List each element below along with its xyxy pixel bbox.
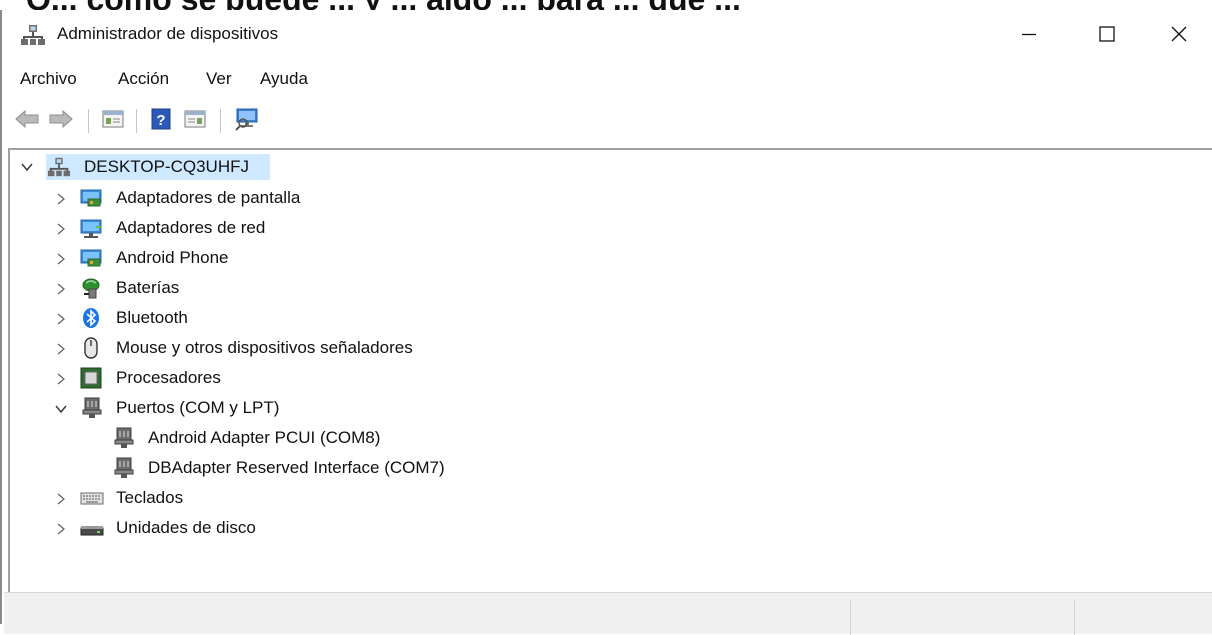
network-adapter-icon	[80, 217, 102, 239]
back-button[interactable]	[12, 106, 42, 136]
tree-item-label: Unidades de disco	[116, 518, 256, 537]
android-phone-icon	[80, 247, 102, 269]
chevron-right-icon[interactable]	[54, 492, 68, 506]
chevron-right-icon[interactable]	[54, 222, 68, 236]
tree-root-label: DESKTOP-CQ3UHFJ	[84, 157, 249, 176]
tree-item-adaptadores-pantalla[interactable]: Adaptadores de pantalla	[10, 182, 610, 212]
chevron-right-icon[interactable]	[54, 342, 68, 356]
chevron-right-icon[interactable]	[54, 252, 68, 266]
tree-root-row[interactable]: DESKTOP-CQ3UHFJ	[10, 152, 410, 182]
tree-item-label: Android Phone	[116, 248, 229, 267]
processor-icon	[80, 367, 102, 389]
toolbar: ?	[2, 106, 1212, 140]
menu-ver[interactable]: Ver	[206, 69, 232, 89]
scan-hardware-button[interactable]	[230, 106, 264, 136]
tree-item-mouse[interactable]: Mouse y otros dispositivos señaladores	[10, 332, 610, 362]
chevron-right-icon[interactable]	[54, 192, 68, 206]
maximize-button[interactable]	[1072, 10, 1142, 58]
close-icon	[1170, 25, 1188, 43]
cropped-caption-text: Q... cómo se puede ... y ... algo ... pa…	[26, 0, 741, 10]
update-driver-button[interactable]	[180, 106, 210, 136]
maximize-icon	[1098, 25, 1116, 43]
tree-item-puertos[interactable]: Puertos (COM y LPT)	[10, 392, 610, 422]
computer-icon	[48, 156, 70, 178]
menu-accion[interactable]: Acción	[118, 69, 169, 89]
status-divider	[1074, 599, 1075, 635]
forward-button[interactable]	[46, 106, 76, 136]
toolbar-separator	[136, 109, 137, 133]
chevron-down-icon[interactable]	[20, 160, 34, 174]
bluetooth-icon	[80, 307, 102, 329]
port-icon	[114, 457, 136, 479]
chevron-down-icon[interactable]	[54, 402, 68, 416]
display-adapter-icon	[80, 187, 102, 209]
tree-item-label: Adaptadores de pantalla	[116, 188, 301, 207]
cropped-caption: Q... cómo se puede ... y ... algo ... pa…	[0, 0, 1212, 10]
tree-item-teclados[interactable]: Teclados	[10, 482, 610, 512]
properties-icon	[102, 109, 124, 134]
mouse-icon	[80, 337, 102, 359]
battery-icon	[80, 277, 102, 299]
chevron-right-icon[interactable]	[54, 372, 68, 386]
menu-ayuda[interactable]: Ayuda	[260, 69, 308, 89]
title-bar: Administrador de dispositivos	[2, 10, 1212, 60]
tree-item-label: Puertos (COM y LPT)	[116, 398, 280, 417]
scan-hardware-icon	[233, 107, 261, 136]
svg-text:?: ?	[156, 112, 165, 129]
window-title: Administrador de dispositivos	[57, 24, 279, 43]
chevron-right-icon[interactable]	[54, 282, 68, 296]
chevron-right-icon[interactable]	[54, 522, 68, 536]
help-icon: ?	[150, 108, 172, 135]
tree-item-unidades-disco[interactable]: Unidades de disco	[10, 512, 610, 542]
tree-item-label: Android Adapter PCUI (COM8)	[148, 428, 381, 447]
device-manager-window: Administrador de dispositivos Archivo Ac…	[0, 10, 1212, 635]
minimize-button[interactable]	[994, 10, 1064, 58]
device-tree: DESKTOP-CQ3UHFJ Adaptadores de pantalla …	[8, 148, 1212, 592]
status-divider	[850, 599, 851, 635]
toolbar-separator	[220, 109, 221, 133]
tree-item-label: Procesadores	[116, 368, 221, 387]
back-arrow-icon	[14, 109, 40, 134]
tree-item-baterias[interactable]: Baterías	[10, 272, 610, 302]
menu-archivo[interactable]: Archivo	[20, 69, 77, 89]
tree-item-label: Bluetooth	[116, 308, 188, 327]
disk-drive-icon	[80, 517, 104, 539]
tree-item-label: Mouse y otros dispositivos señaladores	[116, 338, 413, 357]
keyboard-icon	[80, 487, 104, 509]
tree-item-procesadores[interactable]: Procesadores	[10, 362, 610, 392]
tree-item-bluetooth[interactable]: Bluetooth	[10, 302, 610, 332]
menu-bar: Archivo Acción Ver Ayuda	[2, 60, 1212, 96]
update-driver-icon	[184, 109, 206, 134]
tree-item-adaptadores-red[interactable]: Adaptadores de red	[10, 212, 610, 242]
tree-item-label: DBAdapter Reserved Interface (COM7)	[148, 458, 445, 477]
tree-item-label: Teclados	[116, 488, 184, 507]
tree-item-label: Adaptadores de red	[116, 218, 266, 237]
status-bar	[4, 592, 1212, 635]
tree-subitem-dbadapter[interactable]: DBAdapter Reserved Interface (COM7)	[10, 452, 710, 482]
tree-subitem-android-adapter[interactable]: Android Adapter PCUI (COM8)	[10, 422, 710, 452]
properties-button[interactable]	[98, 106, 128, 136]
minimize-icon	[1020, 25, 1038, 43]
help-button[interactable]: ?	[146, 106, 176, 136]
device-manager-app-icon	[21, 24, 45, 46]
tree-item-android-phone[interactable]: Android Phone	[10, 242, 610, 272]
close-button[interactable]	[1144, 10, 1212, 58]
forward-arrow-icon	[48, 109, 74, 134]
toolbar-separator	[88, 109, 89, 133]
tree-item-label: Baterías	[116, 278, 180, 297]
chevron-right-icon[interactable]	[54, 312, 68, 326]
port-icon	[82, 397, 104, 419]
port-icon	[114, 427, 136, 449]
